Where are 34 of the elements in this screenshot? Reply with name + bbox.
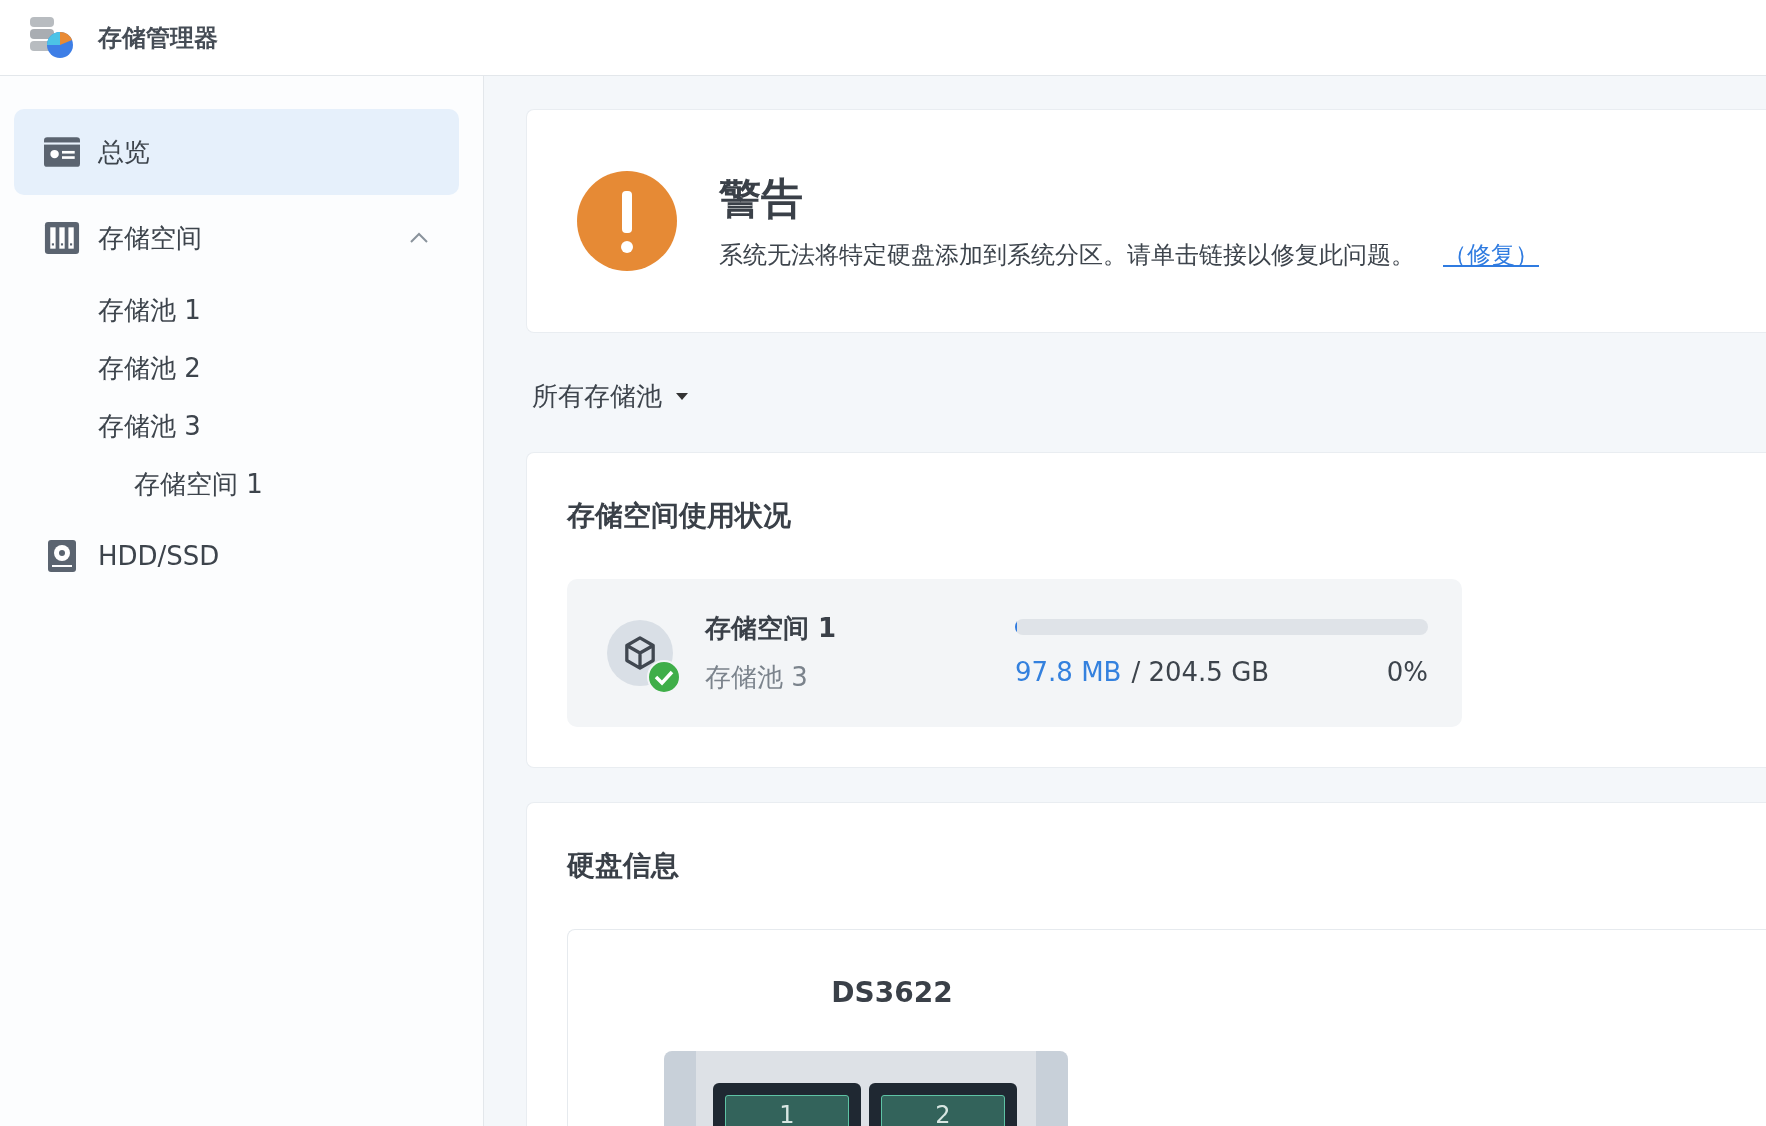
app-title: 存储管理器 [98, 22, 218, 54]
used-size: 97.8 MB [1015, 657, 1122, 687]
sidebar-item[interactable]: 总览 [14, 109, 459, 195]
drive-bay[interactable]: 1 [713, 1083, 861, 1126]
cube-icon [624, 636, 656, 670]
sidebar-subitem[interactable]: 存储池 1 [14, 281, 459, 339]
sidebar-item[interactable]: HDD/SSD [14, 513, 459, 599]
sidebar-item-label: 总览 [98, 135, 151, 169]
exclamation-icon [577, 171, 677, 271]
sidebar-item-label: 存储空间 [98, 221, 203, 255]
section-title: 硬盘信息 [567, 848, 680, 884]
sidebar-subitem[interactable]: 存储空间 1 [14, 455, 459, 513]
pool-filter-dropdown[interactable]: 所有存储池 [532, 379, 688, 414]
id-card-icon [44, 136, 80, 168]
volume-name: 存储空间 1 [705, 612, 838, 645]
sidebar-item[interactable]: 存储空间 [14, 195, 459, 281]
sidebar-subitem[interactable]: 存储池 3 [14, 397, 459, 455]
volume-pool: 存储池 3 [705, 661, 809, 694]
usage-percent: 0% [1386, 657, 1428, 687]
volume-icon [44, 222, 80, 254]
warning-title: 警告 [719, 173, 804, 225]
chevron-icon[interactable] [409, 232, 429, 244]
drive-slot-label: 2 [881, 1095, 1005, 1126]
section-title: 存储空间使用状况 [567, 498, 792, 534]
repair-link[interactable]: （修复） [1443, 239, 1539, 271]
total-size: / 204.5 GB [1131, 657, 1271, 687]
drive-bay[interactable]: 2 [869, 1083, 1017, 1126]
sidebar-subitem[interactable]: 存储池 2 [14, 339, 459, 397]
caret-icon [676, 393, 688, 400]
warning-message: 系统无法将特定硬盘添加到系统分区。请单击链接以修复此问题。 [719, 240, 1415, 271]
device-model: DS3622 [830, 976, 954, 1009]
drive-slot-label: 1 [725, 1095, 849, 1126]
sidebar-item-label: HDD/SSD [98, 541, 221, 571]
storage-manager-logo-icon [28, 14, 76, 61]
